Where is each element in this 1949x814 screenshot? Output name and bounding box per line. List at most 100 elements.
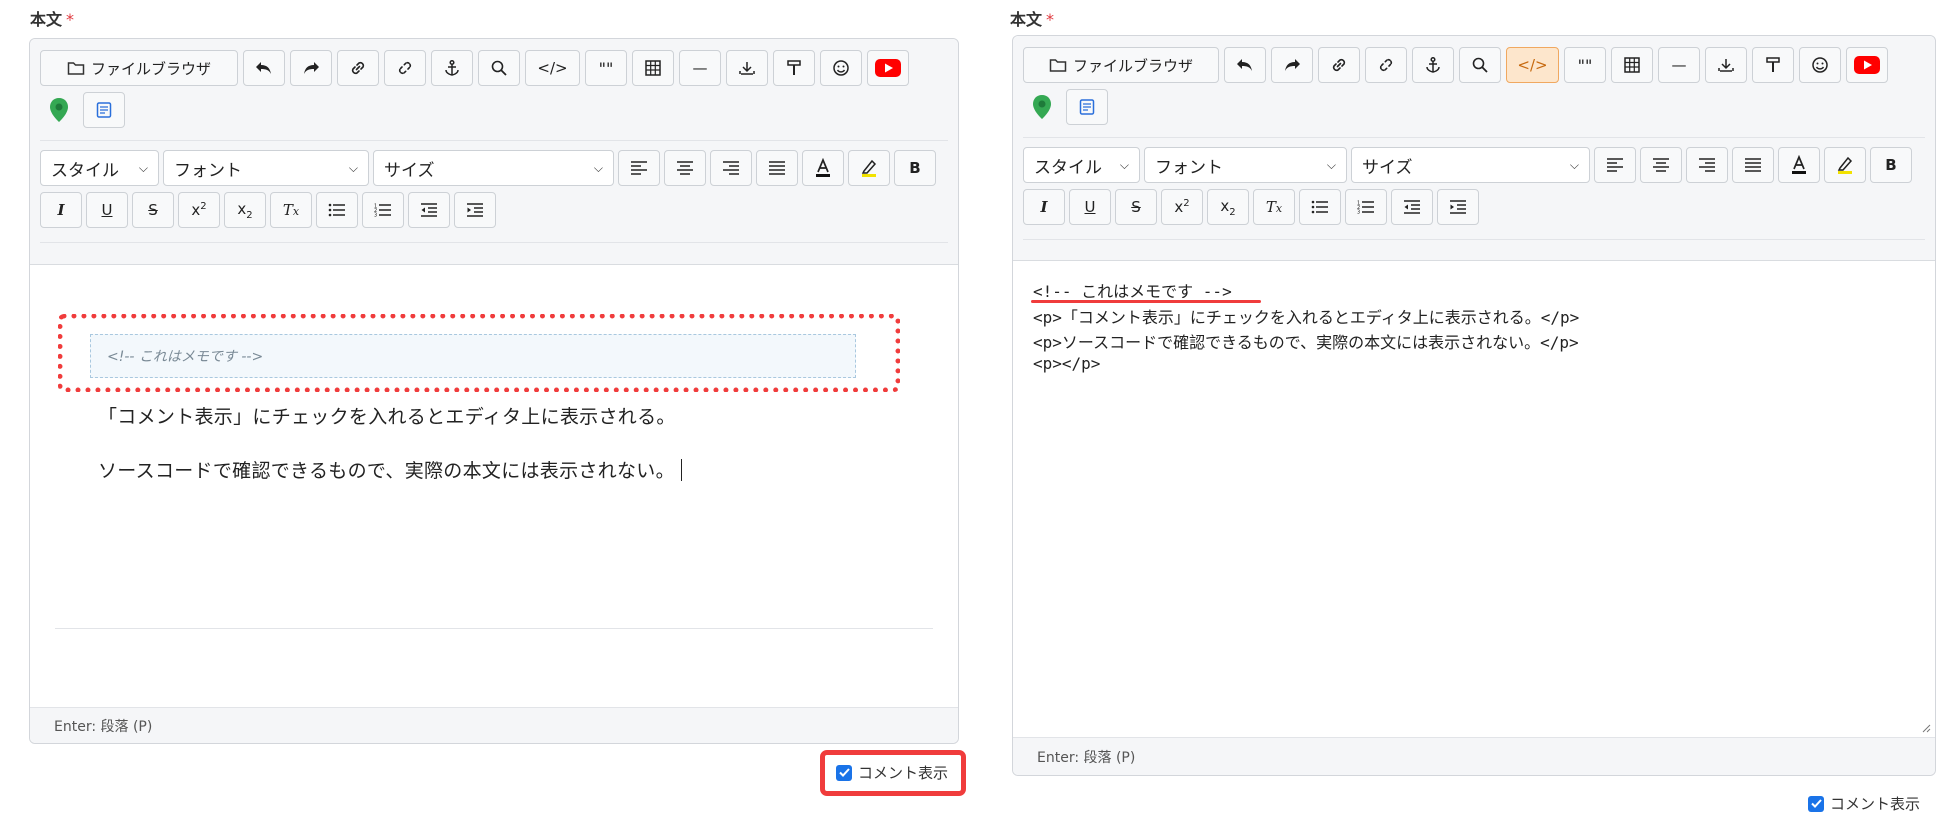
left-map-button[interactable] bbox=[40, 92, 78, 128]
left-blockquote-button[interactable]: "" bbox=[585, 50, 627, 86]
right-page-break-button[interactable] bbox=[1705, 47, 1747, 83]
right-justify-button[interactable] bbox=[1732, 147, 1774, 183]
right-emoji-button[interactable] bbox=[1799, 47, 1841, 83]
resize-handle-icon[interactable] bbox=[1921, 723, 1931, 733]
left-size-select[interactable]: サイズ ⌵ bbox=[373, 150, 614, 186]
comment-text: <!-- これはメモです --> bbox=[107, 349, 264, 365]
right-strike-button[interactable]: S bbox=[1115, 189, 1157, 225]
left-numbered-list-button[interactable]: 123 bbox=[362, 192, 404, 228]
left-table-button[interactable] bbox=[632, 50, 674, 86]
right-style-select[interactable]: スタイル ⌵ bbox=[1023, 147, 1140, 183]
left-undo-button[interactable] bbox=[243, 50, 285, 86]
right-undo-button[interactable] bbox=[1224, 47, 1266, 83]
left-anchor-button[interactable] bbox=[431, 50, 473, 86]
source-textarea[interactable]: <!-- これはメモです --> <p>「コメント表示」にチェックを入れるとエデ… bbox=[1013, 261, 1935, 737]
left-align-left-button[interactable] bbox=[618, 150, 660, 186]
right-template-button[interactable] bbox=[1066, 89, 1108, 125]
align-center-icon bbox=[1653, 158, 1669, 172]
template-icon bbox=[1079, 99, 1095, 115]
right-subscript-button[interactable]: x2 bbox=[1207, 189, 1249, 225]
right-blockquote-button[interactable]: "" bbox=[1564, 47, 1606, 83]
justify-icon bbox=[1745, 158, 1761, 172]
right-format-painter-button[interactable] bbox=[1752, 47, 1794, 83]
chevron-down-icon: ⌵ bbox=[1119, 157, 1129, 172]
right-link-button[interactable] bbox=[1318, 47, 1360, 83]
right-anchor-button[interactable] bbox=[1412, 47, 1454, 83]
paint-roller-icon bbox=[1766, 57, 1780, 72]
search-icon bbox=[491, 60, 507, 76]
right-horizontal-rule-button[interactable]: — bbox=[1658, 47, 1700, 83]
right-size-select[interactable]: サイズ ⌵ bbox=[1351, 147, 1590, 183]
paragraph-1[interactable]: 「コメント表示」にチェックを入れるとエディタ上に表示される。 bbox=[98, 402, 676, 429]
right-table-button[interactable] bbox=[1611, 47, 1653, 83]
left-align-right-button[interactable] bbox=[710, 150, 752, 186]
right-font-select[interactable]: フォント ⌵ bbox=[1144, 147, 1347, 183]
outdent-icon bbox=[421, 203, 437, 217]
right-unlink-button[interactable] bbox=[1365, 47, 1407, 83]
youtube-icon bbox=[875, 59, 901, 77]
checkbox-checked-icon[interactable] bbox=[836, 764, 852, 781]
left-horizontal-rule-button[interactable]: — bbox=[679, 50, 721, 86]
code-icon: </> bbox=[537, 59, 568, 77]
left-bullet-list-button[interactable] bbox=[316, 192, 358, 228]
unlink-icon bbox=[1379, 58, 1393, 72]
left-outdent-button[interactable] bbox=[408, 192, 450, 228]
left-strike-button[interactable]: S bbox=[132, 192, 174, 228]
right-indent-button[interactable] bbox=[1437, 189, 1479, 225]
right-align-left-button[interactable] bbox=[1594, 147, 1636, 183]
bold-icon: B bbox=[909, 159, 921, 177]
left-template-button[interactable] bbox=[83, 92, 125, 128]
left-highlight-button[interactable] bbox=[848, 150, 890, 186]
left-source-button[interactable]: </> bbox=[525, 50, 580, 86]
left-superscript-button[interactable]: x2 bbox=[178, 192, 220, 228]
left-bold-button[interactable]: B bbox=[894, 150, 936, 186]
horizontal-rule-icon: — bbox=[1671, 56, 1687, 74]
left-emoji-button[interactable] bbox=[820, 50, 862, 86]
right-youtube-button[interactable] bbox=[1846, 47, 1888, 83]
right-map-button[interactable] bbox=[1023, 89, 1061, 125]
left-indent-button[interactable] bbox=[454, 192, 496, 228]
anchor-icon bbox=[445, 59, 459, 76]
right-align-right-button[interactable] bbox=[1686, 147, 1728, 183]
right-toolbar: ファイルブラウザ </> "" — スタイル ⌵ フォント ⌵ サイズ ⌵ B … bbox=[1013, 36, 1935, 261]
right-outdent-button[interactable] bbox=[1391, 189, 1433, 225]
right-source-button[interactable]: </> bbox=[1506, 47, 1559, 83]
right-superscript-button[interactable]: x2 bbox=[1161, 189, 1203, 225]
checkbox-checked-icon[interactable] bbox=[1808, 795, 1824, 812]
left-subscript-button[interactable]: x2 bbox=[224, 192, 266, 228]
left-file-browser-button[interactable]: ファイルブラウザ bbox=[40, 50, 238, 86]
left-align-center-button[interactable] bbox=[664, 150, 706, 186]
right-search-button[interactable] bbox=[1459, 47, 1501, 83]
left-format-painter-button[interactable] bbox=[773, 50, 815, 86]
right-underline-button[interactable]: U bbox=[1069, 189, 1111, 225]
subscript-icon: x2 bbox=[237, 199, 253, 221]
numbered-list-icon: 123 bbox=[1357, 201, 1374, 214]
left-link-button[interactable] bbox=[337, 50, 379, 86]
left-redo-button[interactable] bbox=[290, 50, 332, 86]
right-text-color-button[interactable] bbox=[1778, 147, 1820, 183]
left-italic-button[interactable]: I bbox=[40, 192, 82, 228]
right-highlight-button[interactable] bbox=[1824, 147, 1866, 183]
left-clear-format-button[interactable]: Tx bbox=[270, 192, 312, 228]
right-file-browser-button[interactable]: ファイルブラウザ bbox=[1023, 47, 1219, 83]
left-youtube-button[interactable] bbox=[867, 50, 909, 86]
left-text-color-button[interactable] bbox=[802, 150, 844, 186]
right-redo-button[interactable] bbox=[1271, 47, 1313, 83]
right-italic-button[interactable]: I bbox=[1023, 189, 1065, 225]
left-underline-button[interactable]: U bbox=[86, 192, 128, 228]
right-numbered-list-button[interactable]: 123 bbox=[1345, 189, 1387, 225]
left-font-select[interactable]: フォント ⌵ bbox=[163, 150, 369, 186]
left-justify-button[interactable] bbox=[756, 150, 798, 186]
right-align-center-button[interactable] bbox=[1640, 147, 1682, 183]
left-comment-toggle[interactable]: コメント表示 bbox=[836, 762, 948, 783]
right-comment-toggle[interactable]: コメント表示 bbox=[1808, 793, 1920, 814]
left-unlink-button[interactable] bbox=[384, 50, 426, 86]
align-left-icon bbox=[1607, 158, 1623, 172]
left-page-break-button[interactable] bbox=[726, 50, 768, 86]
paragraph-2[interactable]: ソースコードで確認できるもので、実際の本文には表示されない。 bbox=[98, 456, 683, 483]
right-clear-format-button[interactable]: Tx bbox=[1253, 189, 1295, 225]
left-style-select[interactable]: スタイル ⌵ bbox=[40, 150, 159, 186]
right-bold-button[interactable]: B bbox=[1870, 147, 1912, 183]
left-search-button[interactable] bbox=[478, 50, 520, 86]
right-bullet-list-button[interactable] bbox=[1299, 189, 1341, 225]
